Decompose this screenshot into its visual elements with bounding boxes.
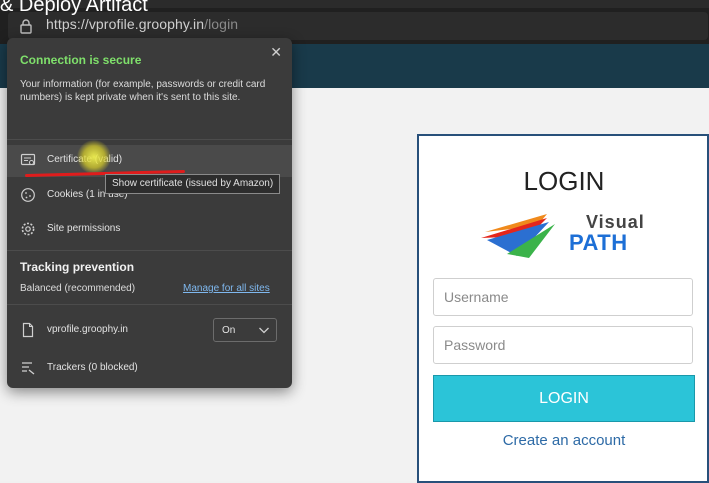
tracking-prevention-heading: Tracking prevention <box>20 260 135 274</box>
login-title: LOGIN <box>523 166 605 196</box>
certificate-icon <box>20 153 36 166</box>
divider <box>7 304 292 305</box>
connection-description: Your information (for example, passwords… <box>20 79 266 103</box>
logo-text-path: PATH <box>569 230 628 255</box>
tracking-toggle-value: On <box>222 325 236 336</box>
certificate-item[interactable]: Certificate (valid) <box>20 150 280 172</box>
create-account-link[interactable]: Create an account <box>419 432 709 449</box>
tracking-toggle-select[interactable]: On <box>213 318 277 342</box>
url-host: https://vprofile.groophy.in <box>46 16 205 32</box>
cursor-highlight <box>77 140 111 174</box>
site-permissions-item[interactable]: Site permissions <box>20 219 280 241</box>
trackers-icon <box>22 362 35 375</box>
login-button[interactable]: LOGIN <box>433 375 695 422</box>
logo-arrows-icon <box>481 214 555 258</box>
document-icon <box>22 322 34 338</box>
url-text[interactable]: https://vprofile.groophy.in/login <box>46 16 238 32</box>
connection-status-heading: Connection is secure <box>20 53 142 67</box>
trackers-item[interactable]: Trackers (0 blocked) <box>20 358 280 380</box>
certificate-tooltip: Show certificate (issued by Amazon) <box>105 174 281 194</box>
visualpath-logo: Visual PATH <box>433 206 701 268</box>
close-icon[interactable]: ✕ <box>270 44 282 61</box>
password-input[interactable] <box>433 326 693 364</box>
lock-icon[interactable] <box>18 18 34 34</box>
login-card: LOGIN Visual PATH LOGIN Create an accoun… <box>417 134 709 483</box>
tracking-level: Balanced (recommended) <box>20 283 136 294</box>
url-path: /login <box>204 16 239 32</box>
cookie-icon <box>21 188 35 202</box>
chevron-down-icon <box>259 327 269 334</box>
username-input[interactable] <box>433 278 693 316</box>
divider <box>7 250 292 251</box>
divider <box>7 139 292 140</box>
manage-all-sites-link[interactable]: Manage for all sites <box>183 283 270 294</box>
video-title-overlay: & Deploy Artifact <box>0 0 148 16</box>
site-domain-label: vprofile.groophy.in <box>47 324 128 335</box>
trackers-label: Trackers (0 blocked) <box>47 362 138 373</box>
site-permissions-label: Site permissions <box>47 223 121 234</box>
site-info-popup: ✕ Connection is secure Your information … <box>7 38 292 388</box>
gear-icon <box>21 222 35 236</box>
